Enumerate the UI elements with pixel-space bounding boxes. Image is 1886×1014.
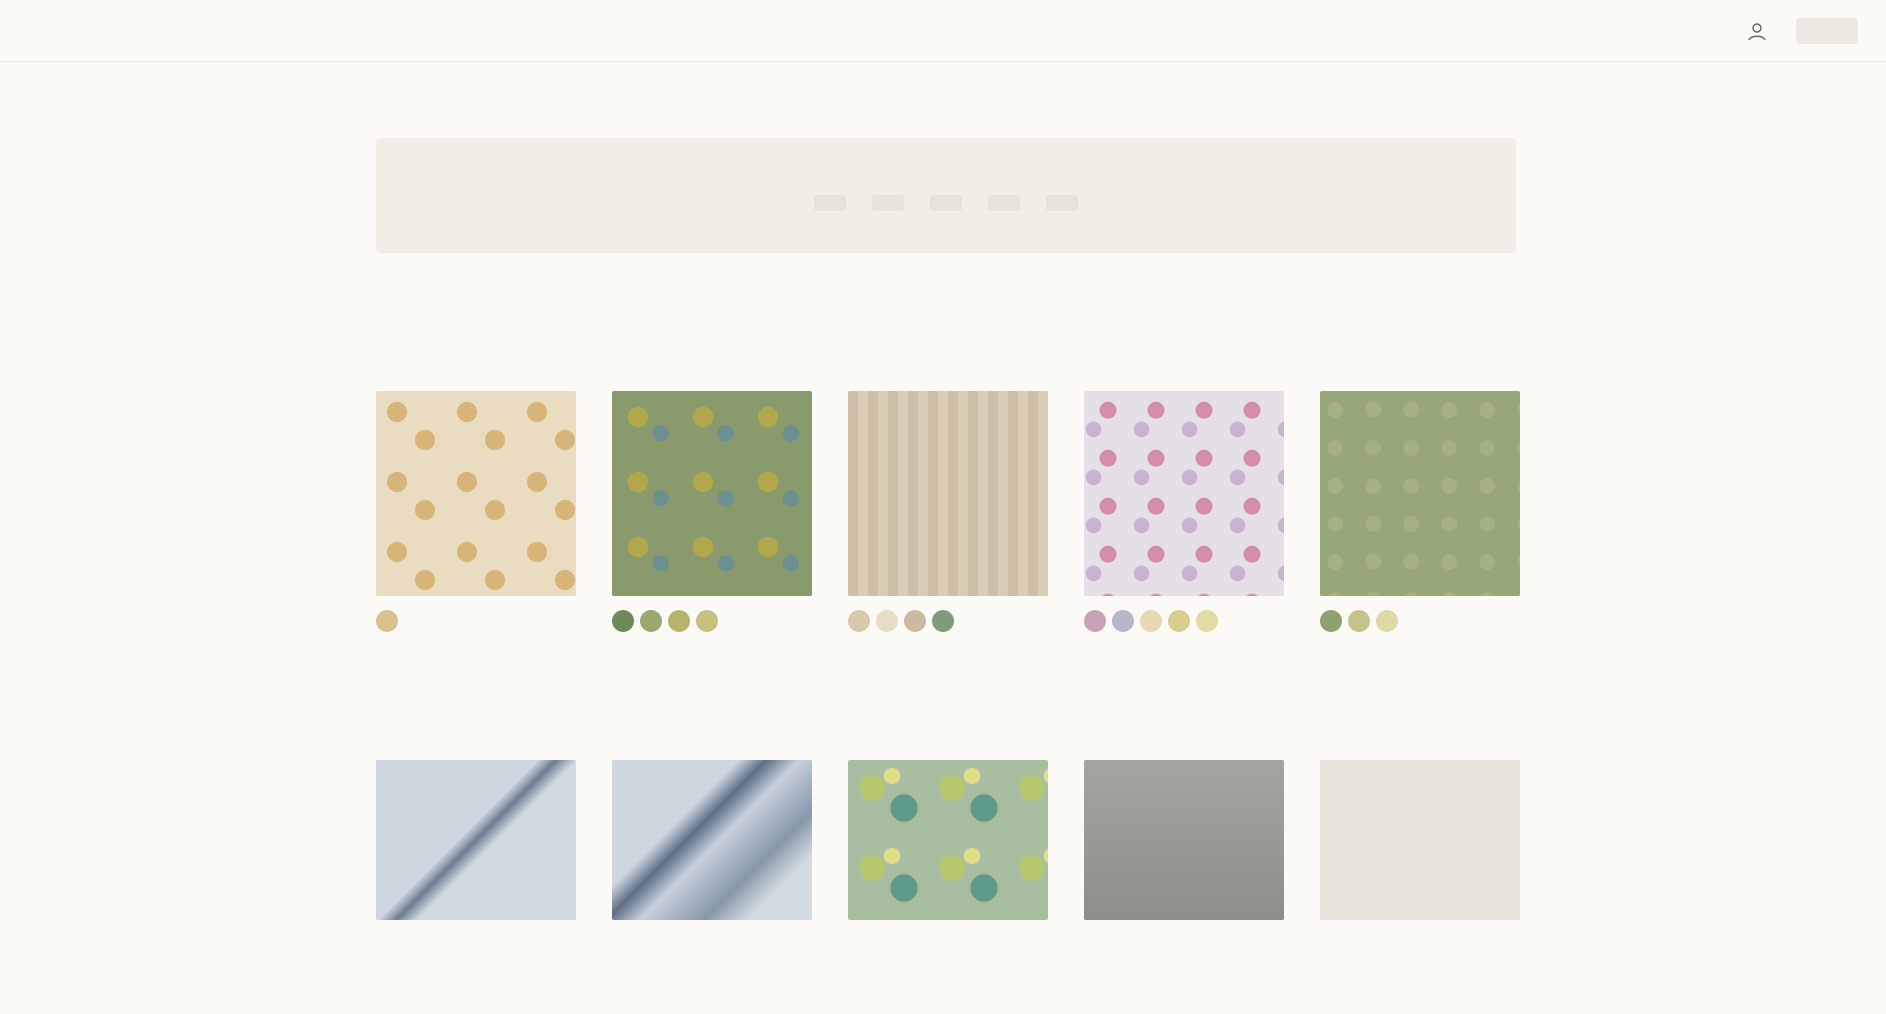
- color-swatch[interactable]: [1376, 610, 1398, 632]
- product-image[interactable]: [848, 391, 1048, 596]
- filter-5[interactable]: [1164, 283, 1324, 321]
- category-banner: [376, 138, 1516, 253]
- color-swatch[interactable]: [1196, 610, 1218, 632]
- category-link[interactable]: [814, 194, 846, 211]
- color-options: [1320, 610, 1520, 634]
- color-swatch[interactable]: [696, 610, 718, 632]
- page-title: [376, 70, 1516, 120]
- color-swatch[interactable]: [876, 610, 898, 632]
- color-swatch[interactable]: [1348, 610, 1370, 632]
- product-image[interactable]: [612, 391, 812, 596]
- color-swatch[interactable]: [612, 610, 634, 632]
- color-swatch[interactable]: [640, 610, 662, 632]
- product-grid-row-2: [376, 760, 1520, 920]
- product-name[interactable]: [376, 646, 576, 666]
- cart-icon[interactable]: [1796, 17, 1858, 44]
- product-name[interactable]: [1084, 646, 1284, 666]
- product-card[interactable]: [1320, 391, 1520, 690]
- color-swatch[interactable]: [904, 610, 926, 632]
- product-subtitle: [1320, 670, 1520, 690]
- category-link[interactable]: [1046, 194, 1078, 211]
- category-links: [814, 194, 1078, 211]
- product-grid-row-1: [376, 391, 1520, 690]
- product-card[interactable]: [376, 760, 576, 920]
- product-card[interactable]: [612, 760, 812, 920]
- filter-6[interactable]: [1356, 283, 1516, 321]
- product-card[interactable]: [612, 391, 812, 690]
- top-bar: [0, 0, 1886, 62]
- product-card[interactable]: [1084, 391, 1284, 690]
- color-swatch[interactable]: [1140, 610, 1162, 632]
- color-swatch[interactable]: [376, 610, 398, 632]
- product-card[interactable]: [1320, 760, 1520, 920]
- filter-1[interactable]: [404, 283, 564, 321]
- category-link[interactable]: [930, 194, 962, 211]
- product-image[interactable]: [376, 391, 576, 596]
- color-swatch[interactable]: [668, 610, 690, 632]
- product-image[interactable]: [376, 760, 576, 920]
- color-swatch[interactable]: [1112, 610, 1134, 632]
- product-image[interactable]: [1084, 760, 1284, 920]
- color-swatch[interactable]: [932, 610, 954, 632]
- product-image[interactable]: [848, 760, 1048, 920]
- filter-3[interactable]: [780, 283, 940, 321]
- filter-bar: [376, 283, 1516, 353]
- product-card[interactable]: [848, 391, 1048, 690]
- category-link[interactable]: [988, 194, 1020, 211]
- product-image[interactable]: [612, 760, 812, 920]
- main-content: [376, 70, 1520, 920]
- color-options: [848, 610, 1048, 634]
- product-subtitle: [1084, 670, 1284, 690]
- color-swatch[interactable]: [1320, 610, 1342, 632]
- color-swatch[interactable]: [1084, 610, 1106, 632]
- product-name[interactable]: [1320, 646, 1520, 666]
- product-image[interactable]: [1320, 391, 1520, 596]
- product-subtitle: [612, 670, 812, 690]
- product-subtitle: [376, 670, 576, 690]
- product-card[interactable]: [376, 391, 576, 690]
- color-swatch[interactable]: [848, 610, 870, 632]
- product-card[interactable]: [1084, 760, 1284, 920]
- product-subtitle: [848, 670, 1048, 690]
- product-image[interactable]: [1084, 391, 1284, 596]
- color-swatch[interactable]: [1168, 610, 1190, 632]
- account-icon[interactable]: [1746, 20, 1768, 42]
- product-name[interactable]: [848, 646, 1048, 666]
- color-options: [612, 610, 812, 634]
- color-options: [376, 610, 576, 634]
- product-card[interactable]: [848, 760, 1048, 920]
- product-name[interactable]: [612, 646, 812, 666]
- product-image[interactable]: [1320, 760, 1520, 920]
- results-summary: [376, 361, 1516, 391]
- category-link[interactable]: [872, 194, 904, 211]
- filter-4[interactable]: [972, 283, 1132, 321]
- color-options: [1084, 610, 1284, 634]
- filter-2[interactable]: [588, 283, 748, 321]
